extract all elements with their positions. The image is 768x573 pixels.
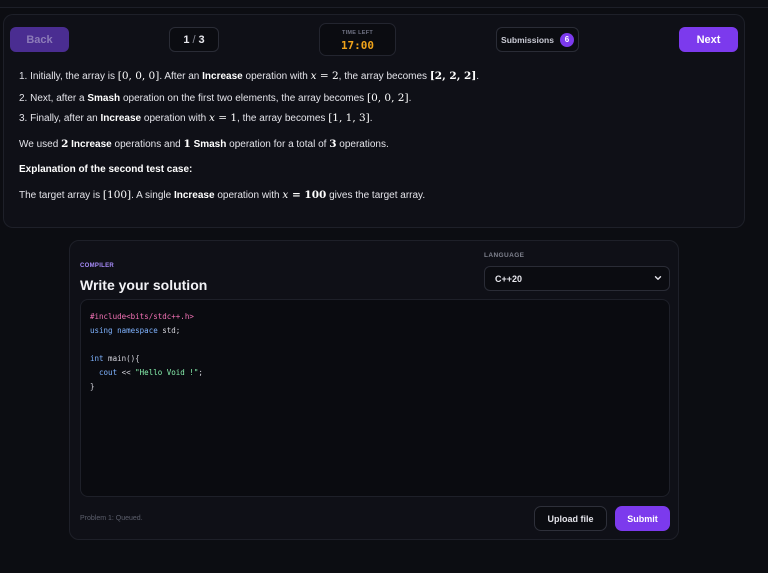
code-line-1: #include<bits/stdc++.h> [90, 312, 194, 321]
chevron-down-icon [654, 276, 662, 280]
submission-status: Problem 1: Queued. [80, 515, 143, 522]
upload-file-button[interactable]: Upload file [534, 506, 607, 531]
time-left-label: TIME LEFT [341, 30, 374, 36]
submissions-button[interactable]: Submissions 6 [496, 27, 579, 52]
compiler-title: Write your solution [80, 277, 208, 293]
language-select[interactable]: C++20 [484, 266, 670, 291]
page-separator: / [192, 33, 196, 46]
code-line-2: using namespace std; [90, 326, 181, 335]
top-strip [0, 0, 768, 8]
language-value: C++20 [495, 273, 523, 284]
code-line-5: cout << "Hello Void !"; [90, 368, 203, 377]
example-step-3: 3. Finally, after an Increase operation … [19, 112, 373, 124]
code-line-4: int main(){ [90, 354, 140, 363]
example-summary: We used 2 Increase operations and 1 Smas… [19, 138, 389, 150]
time-left-value: 17:00 [340, 39, 375, 52]
explanation-text: The target array is [100]. A single Incr… [19, 189, 426, 201]
code-line-6: } [90, 382, 95, 391]
page-indicator: 1 / 3 [169, 27, 219, 52]
example-step-2: 2. Next, after a Smash operation on the … [19, 92, 412, 104]
page-current: 1 [183, 33, 190, 46]
submit-button[interactable]: Submit [615, 506, 670, 531]
compiler-tag: COMPILER [80, 263, 115, 269]
submissions-label: Submissions [501, 34, 554, 45]
compiler-panel: COMPILER Write your solution LANGUAGE C+… [69, 240, 679, 540]
problem-statement: 1. Initially, the array is [0, 0, 0]. Af… [3, 64, 745, 228]
explanation-heading: Explanation of the second test case: [19, 164, 193, 175]
next-button[interactable]: Next [679, 27, 738, 52]
language-label: LANGUAGE [484, 252, 525, 259]
page-total: 3 [198, 33, 205, 46]
example-step-1: 1. Initially, the array is [0, 0, 0]. Af… [19, 70, 480, 82]
code-editor[interactable]: #include<bits/stdc++.h> using namespace … [80, 299, 670, 497]
back-button[interactable]: Back [10, 27, 69, 52]
time-left-box: TIME LEFT 17:00 [319, 23, 396, 56]
submissions-count-badge: 6 [559, 32, 574, 47]
